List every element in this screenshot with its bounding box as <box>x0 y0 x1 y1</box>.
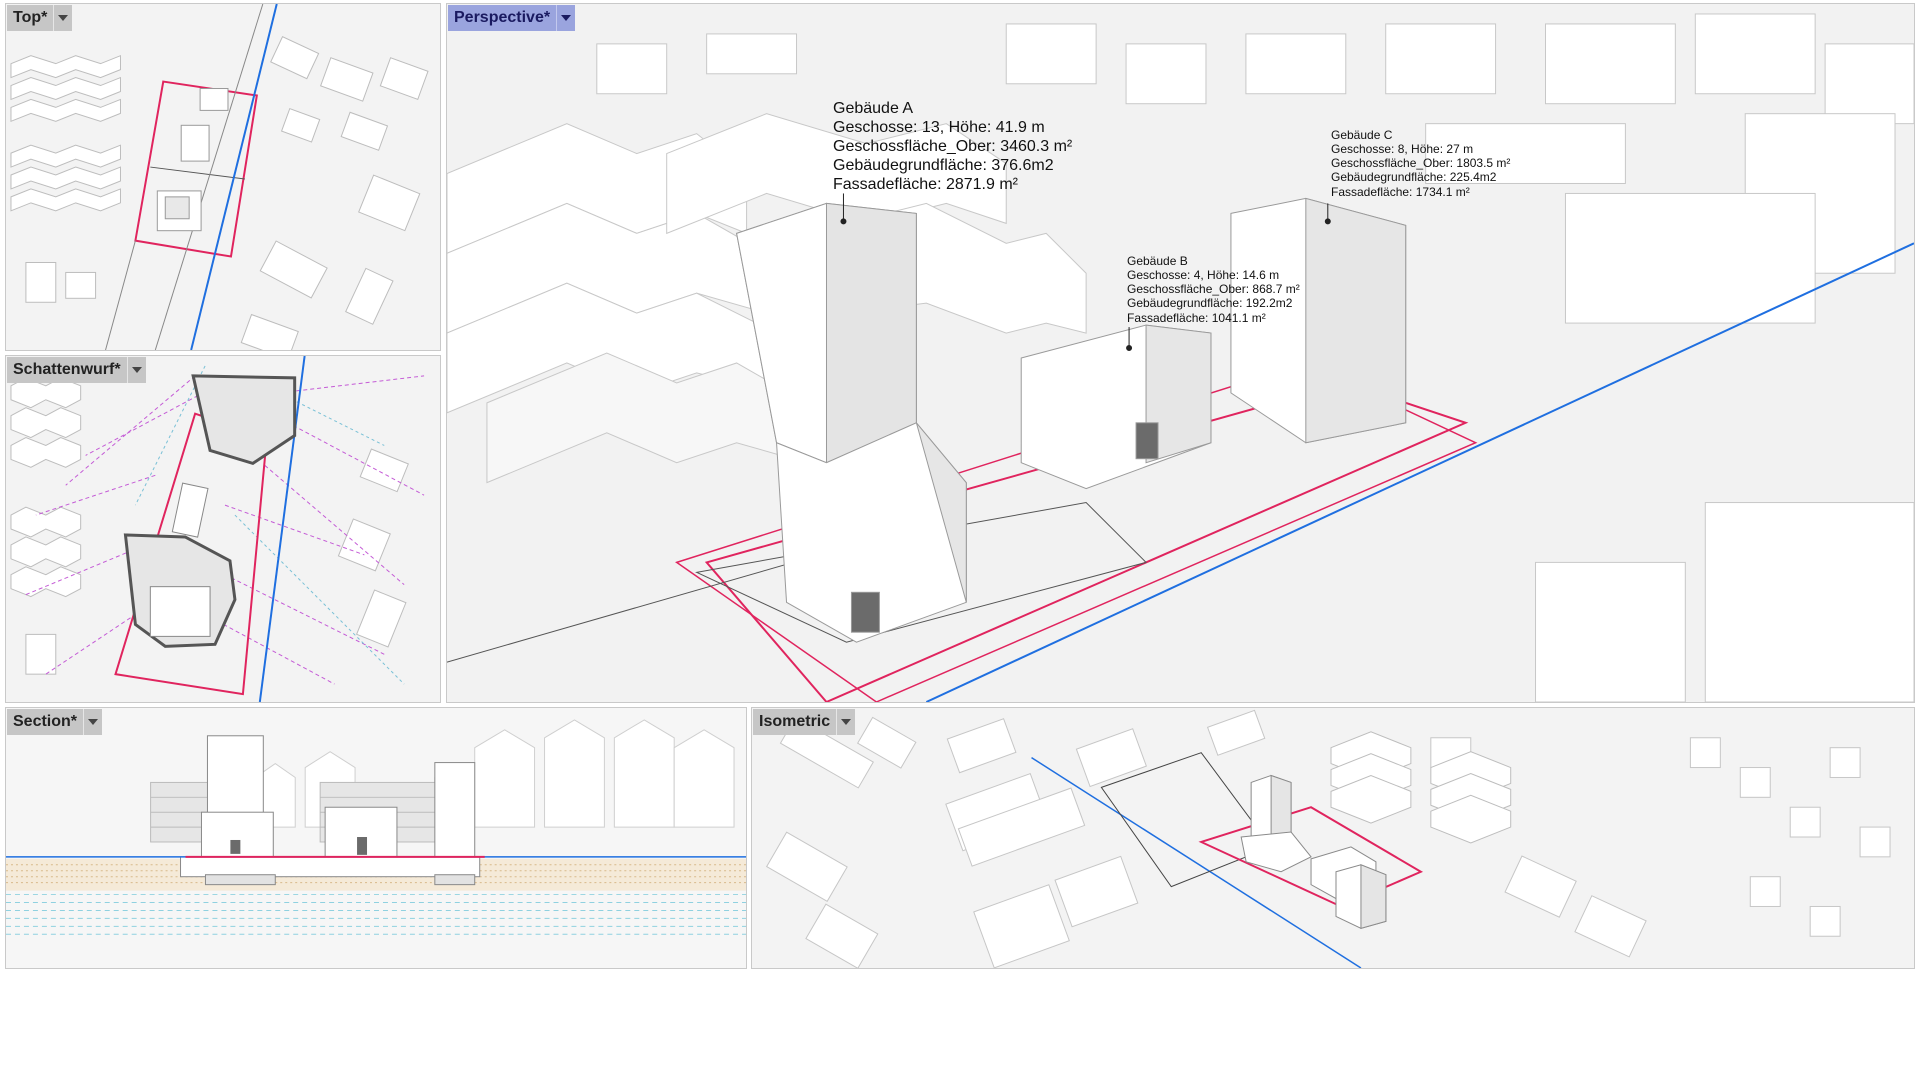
chevron-down-icon[interactable] <box>556 5 576 31</box>
building-b-facade-area: Fassadefläche: 1041.1 m² <box>1127 310 1266 325</box>
isometric-view-scene <box>752 708 1914 968</box>
building-a-ground-area: Gebäudegrundfläche: 376.6m2 <box>833 156 1054 174</box>
building-c-label: Gebäude C Geschosse: 8, Höhe: 27 m Gesch… <box>1331 128 1510 199</box>
viewport-tab-perspective[interactable]: Perspective* <box>448 5 576 31</box>
building-a-facade-area: Fassadefläche: 2871.9 m² <box>833 175 1018 193</box>
perspective-view-scene <box>447 4 1914 702</box>
building-a-floor-area: Geschossfläche_Ober: 3460.3 m² <box>833 137 1073 155</box>
building-b-floor-area: Geschossfläche_Ober: 868.7 m² <box>1127 282 1300 297</box>
building-b-floors: Geschosse: 4, Höhe: 14.6 m <box>1127 268 1280 283</box>
building-c-ground-area: Gebäudegrundfläche: 225.4m2 <box>1331 170 1497 185</box>
viewport-top[interactable]: Top* <box>5 3 441 351</box>
viewport-tab-section[interactable]: Section* <box>7 709 103 735</box>
building-b-name: Gebäude B <box>1127 254 1188 268</box>
viewport-tab-top[interactable]: Top* <box>7 5 73 31</box>
viewport-schattenwurf[interactable]: Schattenwurf* <box>5 355 441 703</box>
chevron-down-icon[interactable] <box>126 357 146 383</box>
chevron-down-icon[interactable] <box>53 5 73 31</box>
viewport-section[interactable]: Section* <box>5 707 747 969</box>
building-a-label: Gebäude A Geschosse: 13, Höhe: 41.9 m Ge… <box>833 100 1072 194</box>
shadow-view-scene <box>6 356 440 702</box>
chevron-down-icon[interactable] <box>83 709 103 735</box>
building-c-facade-area: Fassadefläche: 1734.1 m² <box>1331 184 1470 199</box>
viewport-title[interactable]: Section* <box>7 709 84 735</box>
chevron-down-icon[interactable] <box>836 709 856 735</box>
viewport-tab-isometric[interactable]: Isometric <box>753 709 856 735</box>
viewport-isometric[interactable]: Isometric <box>751 707 1915 969</box>
top-view-scene <box>6 4 440 350</box>
viewport-title[interactable]: Perspective* <box>448 5 557 31</box>
building-c-floors: Geschosse: 8, Höhe: 27 m <box>1331 142 1474 157</box>
viewport-tab-schattenwurf[interactable]: Schattenwurf* <box>7 357 146 383</box>
building-a-name: Gebäude A <box>833 100 914 117</box>
section-view-scene <box>6 708 746 968</box>
empty-status-area <box>0 972 1920 1080</box>
building-b-ground-area: Gebäudegrundfläche: 192.2m2 <box>1127 296 1293 311</box>
viewport-title[interactable]: Isometric <box>753 709 837 735</box>
viewport-perspective[interactable]: Gebäude A Geschosse: 13, Höhe: 41.9 m Ge… <box>446 3 1915 703</box>
building-c-name: Gebäude C <box>1331 128 1393 142</box>
building-a-floors: Geschosse: 13, Höhe: 41.9 m <box>833 118 1045 136</box>
building-c-floor-area: Geschossfläche_Ober: 1803.5 m² <box>1331 156 1511 171</box>
viewport-title[interactable]: Schattenwurf* <box>7 357 127 383</box>
building-b-label: Gebäude B Geschosse: 4, Höhe: 14.6 m Ges… <box>1127 254 1300 325</box>
viewport-title[interactable]: Top* <box>7 5 54 31</box>
